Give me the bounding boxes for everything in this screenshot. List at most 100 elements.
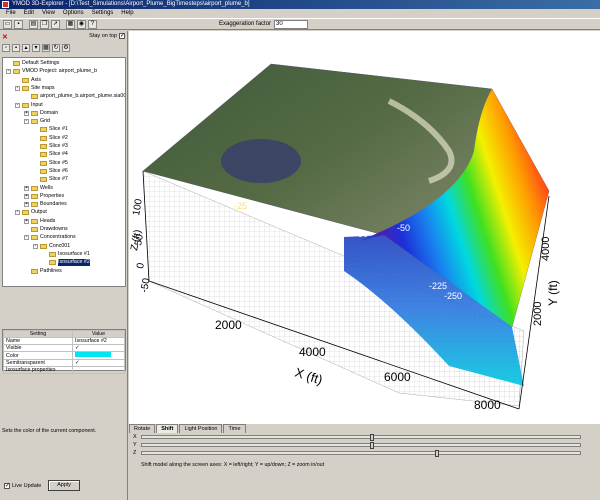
tree-expander-icon[interactable]: - bbox=[15, 85, 20, 91]
menu-view[interactable]: View bbox=[38, 9, 59, 18]
props-value[interactable]: ✓ bbox=[72, 359, 125, 367]
y-axis-label: Y (ft) bbox=[546, 280, 560, 306]
tree-item[interactable]: + Wells bbox=[24, 185, 53, 192]
tree-item[interactable]: Drawdowns bbox=[24, 226, 68, 233]
settings-icon[interactable]: ▦ bbox=[66, 19, 75, 29]
project-tree[interactable]: Default Settings - VMOD Project: airport_p… bbox=[2, 57, 126, 287]
tree-item[interactable]: Slice #6 bbox=[33, 168, 68, 175]
3d-view[interactable]: 2000 4000 6000 8000 X (ft) 2000 4000 Y (… bbox=[129, 31, 600, 424]
down-icon[interactable]: ▾ bbox=[32, 44, 40, 52]
tree-item[interactable]: Pathlines bbox=[24, 268, 62, 275]
tree-item[interactable]: Isosurface #1 bbox=[42, 251, 90, 258]
exaggeration-input[interactable] bbox=[274, 19, 309, 29]
props-value[interactable]: Isosurface #2 bbox=[72, 337, 125, 345]
tree-item[interactable]: Slice #3 bbox=[33, 143, 68, 150]
tree-expander-icon[interactable]: - bbox=[24, 235, 29, 241]
tree-expander-icon[interactable]: - bbox=[33, 243, 38, 249]
x-tick: 8000 bbox=[474, 398, 501, 412]
live-update[interactable]: ✓ Live Update bbox=[4, 483, 41, 489]
tree-item[interactable]: - Grid bbox=[24, 118, 50, 125]
tree-item[interactable]: - Concentrations bbox=[24, 234, 76, 241]
live-update-checkbox[interactable]: ✓ bbox=[4, 483, 10, 489]
tab-light-position[interactable]: Light Position bbox=[179, 424, 223, 433]
stay-on-top[interactable]: Stay on top ✓ bbox=[89, 33, 125, 39]
tree-item[interactable]: - Output bbox=[15, 209, 47, 216]
tree-item[interactable]: - Site maps bbox=[15, 85, 55, 92]
tab-rotate[interactable]: Rotate bbox=[129, 424, 156, 433]
up-icon[interactable]: ▴ bbox=[22, 44, 30, 52]
slider-z-track[interactable] bbox=[141, 450, 581, 457]
main-toolbar: ▭ ▪ ▤ ❐ ➚ ▦ ◉ ? Exaggeration factor bbox=[0, 18, 600, 30]
color-swatch[interactable] bbox=[75, 352, 112, 357]
props-value[interactable] bbox=[72, 351, 125, 360]
tree-item[interactable]: Isosurface #2 bbox=[42, 259, 90, 267]
props-row[interactable]: Color bbox=[2, 351, 125, 360]
tree-expander-icon[interactable]: + bbox=[24, 110, 29, 116]
slider-x-thumb[interactable] bbox=[369, 434, 374, 441]
refresh-icon[interactable]: ↻ bbox=[52, 44, 60, 52]
tab-time[interactable]: Time bbox=[223, 424, 246, 433]
tree-item[interactable]: + Heads bbox=[24, 218, 55, 225]
new-icon[interactable]: ▫ bbox=[2, 44, 10, 52]
tree-item[interactable]: Default Settings bbox=[6, 60, 59, 67]
slider-y-thumb[interactable] bbox=[369, 442, 374, 449]
copy-icon[interactable]: ❐ bbox=[40, 19, 49, 29]
tree-expander-icon[interactable]: + bbox=[24, 218, 29, 224]
tree-item[interactable]: - Input bbox=[15, 102, 43, 109]
menu-options[interactable]: Options bbox=[59, 9, 88, 18]
print-icon[interactable]: ▤ bbox=[29, 19, 38, 29]
save-icon[interactable]: ▪ bbox=[14, 19, 23, 29]
tree-expander-icon[interactable]: + bbox=[24, 185, 29, 191]
tab-shift[interactable]: Shift bbox=[156, 424, 179, 433]
tree-item[interactable]: - VMOD Project: airport_plume_b bbox=[6, 68, 97, 75]
tree-item-label: Heads bbox=[40, 217, 56, 224]
stay-on-top-checkbox[interactable]: ✓ bbox=[119, 33, 125, 39]
tree-item[interactable]: Slice #1 bbox=[33, 126, 68, 133]
props-row[interactable]: Visible ✓ bbox=[2, 344, 125, 352]
tree-item[interactable]: - Conc001 bbox=[33, 243, 70, 250]
tree-expander-icon[interactable]: + bbox=[24, 202, 29, 208]
slider-z-thumb[interactable] bbox=[435, 450, 440, 457]
props-row[interactable]: Name Isosurface #2 bbox=[2, 337, 125, 345]
folder-icon bbox=[31, 94, 38, 100]
tree-expander-icon[interactable]: - bbox=[15, 210, 20, 216]
tree-item[interactable]: Slice #2 bbox=[33, 135, 68, 142]
props-value[interactable] bbox=[72, 366, 125, 374]
3d-scene[interactable]: 2000 4000 6000 8000 X (ft) 2000 4000 Y (… bbox=[129, 31, 600, 424]
tree-settings-icon[interactable]: ⚙ bbox=[62, 44, 70, 52]
menu-help[interactable]: Help bbox=[117, 9, 137, 18]
tree-item[interactable]: Slice #4 bbox=[33, 151, 68, 158]
help-icon[interactable]: ? bbox=[88, 19, 97, 29]
apply-button[interactable]: Apply bbox=[48, 480, 80, 491]
tree-item[interactable]: + Domain bbox=[24, 110, 58, 117]
menu-bar: File Edit View Options Settings Help bbox=[0, 9, 600, 18]
tree-item[interactable]: airport_plume_b.airport_plume.sia00M_1 bbox=[24, 93, 125, 100]
menu-settings[interactable]: Settings bbox=[88, 9, 118, 18]
menu-file[interactable]: File bbox=[2, 9, 20, 18]
tree-expander-icon[interactable]: - bbox=[15, 102, 20, 108]
tree-expander-icon[interactable]: + bbox=[24, 193, 29, 199]
tree-item[interactable]: + Properties bbox=[24, 193, 64, 200]
props-row[interactable]: Isosurface properties bbox=[2, 366, 125, 374]
export-icon[interactable]: ➚ bbox=[51, 19, 60, 29]
slider-x-row: X bbox=[129, 433, 600, 441]
z-tick: -50 bbox=[139, 277, 152, 294]
tree-expander-icon[interactable]: - bbox=[24, 119, 29, 125]
window-title: YMOD 3D-Explorer - [D:\Test_Simulations\… bbox=[12, 1, 250, 7]
delete-icon[interactable]: ▪ bbox=[12, 44, 20, 52]
slider-x-track[interactable] bbox=[141, 434, 581, 441]
menu-edit[interactable]: Edit bbox=[20, 9, 38, 18]
tree-item[interactable]: + Boundaries bbox=[24, 201, 67, 208]
slider-y-track[interactable] bbox=[141, 442, 581, 449]
props-value[interactable]: ✓ bbox=[72, 344, 125, 352]
props-row[interactable]: Semitransparent ✓ bbox=[2, 359, 125, 367]
camera-icon[interactable]: ◉ bbox=[77, 19, 86, 29]
open-icon[interactable]: ▭ bbox=[3, 19, 12, 29]
folder-icon bbox=[49, 251, 56, 257]
props-icon[interactable]: ▦ bbox=[42, 44, 50, 52]
close-icon[interactable]: ✕ bbox=[2, 33, 10, 41]
tree-expander-icon[interactable]: - bbox=[6, 69, 11, 75]
tree-item[interactable]: Axis bbox=[15, 77, 41, 84]
tree-item[interactable]: Slice #5 bbox=[33, 160, 68, 167]
tree-item[interactable]: Slice #7 bbox=[33, 176, 68, 183]
